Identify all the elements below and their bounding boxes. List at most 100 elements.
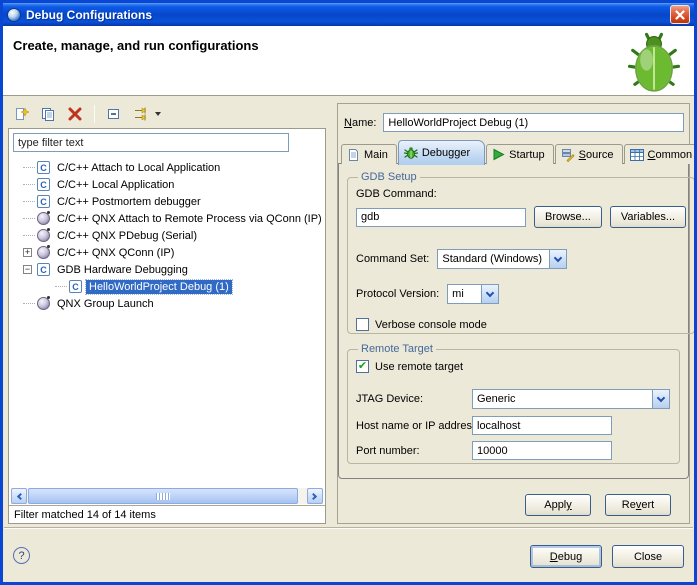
chevron-down-icon[interactable] (549, 250, 566, 268)
tab-common[interactable]: Common (624, 144, 697, 164)
tree-item-label: C/C++ Attach to Local Application (54, 161, 223, 175)
remote-target-title: Remote Target (358, 343, 436, 355)
beetle-icon (622, 27, 686, 95)
chevron-down-icon[interactable] (652, 390, 669, 408)
tab-main[interactable]: Main (341, 144, 397, 164)
banner-title: Create, manage, and run configurations (13, 38, 259, 53)
tree-item-label: QNX Group Launch (54, 297, 157, 311)
duplicate-icon[interactable] (38, 104, 58, 124)
tree-item-label: C/C++ QNX QConn (IP) (54, 246, 177, 260)
tree-item[interactable]: C/C++ QNX Attach to Remote Process via Q… (9, 210, 325, 227)
tree-connector (23, 218, 35, 219)
jtag-device-value: Generic (473, 393, 652, 405)
command-set-select[interactable]: Standard (Windows) (437, 249, 567, 269)
help-icon[interactable]: ? (13, 547, 30, 564)
tree-item-label: C/C++ QNX Attach to Remote Process via Q… (54, 212, 325, 226)
variables-button[interactable]: Variables... (610, 206, 686, 228)
debug-button[interactable]: Debug (530, 545, 602, 568)
tree-item-label: HelloWorldProject Debug (1) (86, 280, 232, 294)
verbose-console-label: Verbose console mode (375, 319, 487, 331)
tree-connector (23, 184, 35, 185)
tree-item-label: C/C++ Local Application (54, 178, 177, 192)
tree-item[interactable]: CC/C++ Attach to Local Application (9, 159, 325, 176)
tree-connector (23, 235, 35, 236)
scrollbar-grip (156, 493, 170, 500)
c-application-icon: C (37, 263, 50, 276)
close-button[interactable]: Close (612, 545, 684, 568)
footer-bar: ? Debug Close (3, 529, 694, 582)
chevron-right-icon (310, 492, 317, 499)
tree-item[interactable]: C C/C++ Postmortem debugger (9, 193, 325, 210)
tab-debugger[interactable]: Debugger (398, 140, 485, 165)
c-application-icon: C (37, 195, 50, 208)
qnx-icon (37, 297, 50, 310)
delete-icon[interactable] (65, 104, 85, 124)
jtag-device-select[interactable]: Generic (472, 389, 670, 409)
tree-item[interactable]: CHelloWorldProject Debug (1) (9, 278, 325, 295)
gdb-command-input[interactable] (356, 208, 526, 227)
filter-dropdown-caret[interactable] (155, 112, 161, 116)
protocol-version-select[interactable]: mi (447, 284, 499, 304)
debug-configurations-dialog: Debug Configurations Create, manage, and… (0, 0, 697, 585)
name-label: Name: (344, 117, 376, 129)
apply-button[interactable]: Apply (525, 494, 591, 516)
tab-main-label: Main (364, 149, 388, 161)
tree-item[interactable]: + C/C++ QNX QConn (IP) (9, 244, 325, 261)
expander-collapsed-icon[interactable]: + (23, 248, 32, 257)
titlebar[interactable]: Debug Configurations (3, 3, 694, 26)
filter-icon[interactable] (131, 104, 151, 124)
tree-item-label: C/C++ Postmortem debugger (54, 195, 204, 209)
close-icon[interactable] (670, 5, 690, 24)
dialog-header: Create, manage, and run configurations (3, 26, 694, 96)
config-detail-panel: Name: Main (337, 103, 690, 524)
close-x-glyph (675, 10, 685, 20)
tab-bar: Main Debugger Startup (341, 139, 686, 164)
tree-item[interactable]: −CGDB Hardware Debugging (9, 261, 325, 278)
tree-connector (55, 286, 67, 287)
window-icon (7, 8, 21, 22)
scroll-left-button[interactable] (11, 488, 27, 504)
source-edit-icon (561, 148, 575, 162)
host-input[interactable] (472, 416, 612, 435)
chevron-down-icon[interactable] (481, 285, 498, 303)
tab-source-label: Source (579, 149, 614, 161)
gdb-setup-title: GDB Setup (358, 171, 420, 183)
remote-target-group: Remote Target Use remote target JTAG Dev… (347, 343, 680, 464)
config-tree: CC/C++ Attach to Local ApplicationCC/C++… (9, 159, 325, 487)
gdb-setup-group: GDB Setup GDB Command: Browse... Variabl… (347, 171, 695, 334)
port-input[interactable] (472, 441, 612, 460)
command-set-label: Command Set: (356, 253, 429, 265)
revert-button[interactable]: Revert (605, 494, 671, 516)
verbose-console-checkbox[interactable] (356, 318, 369, 331)
port-number-label: Port number: (356, 445, 472, 457)
gdb-command-label: GDB Command: (356, 188, 686, 200)
collapse-all-icon[interactable] (104, 104, 124, 124)
document-icon (347, 148, 360, 162)
tree-connector (23, 201, 35, 202)
scrollbar-thumb[interactable] (28, 488, 298, 504)
browse-button[interactable]: Browse... (534, 206, 602, 228)
qnx-icon (37, 246, 50, 259)
use-remote-target-checkbox[interactable] (356, 360, 369, 373)
name-input[interactable] (383, 113, 684, 132)
tab-startup[interactable]: Startup (486, 144, 553, 164)
tree-item[interactable]: QNX Group Launch (9, 295, 325, 312)
expander-expanded-icon[interactable]: − (23, 265, 32, 274)
tree-item-label: C/C++ QNX PDebug (Serial) (54, 229, 200, 243)
command-set-value: Standard (Windows) (438, 253, 549, 265)
scroll-right-button[interactable] (307, 488, 323, 504)
bug-icon (404, 146, 418, 160)
window-title: Debug Configurations (26, 8, 665, 22)
horizontal-scrollbar[interactable] (11, 488, 323, 504)
tab-source[interactable]: Source (555, 144, 623, 164)
tree-item[interactable]: C/C++ QNX PDebug (Serial) (9, 227, 325, 244)
new-configuration-icon[interactable] (11, 104, 31, 124)
filter-input[interactable] (13, 133, 289, 152)
toolbar-separator (94, 105, 95, 123)
tree-connector (23, 167, 35, 168)
filter-status-text: Filter matched 14 of 14 items (9, 505, 325, 523)
table-icon (630, 149, 644, 161)
tree-item[interactable]: CC/C++ Local Application (9, 176, 325, 193)
chevron-left-icon (17, 492, 24, 499)
toolbar (11, 102, 161, 126)
